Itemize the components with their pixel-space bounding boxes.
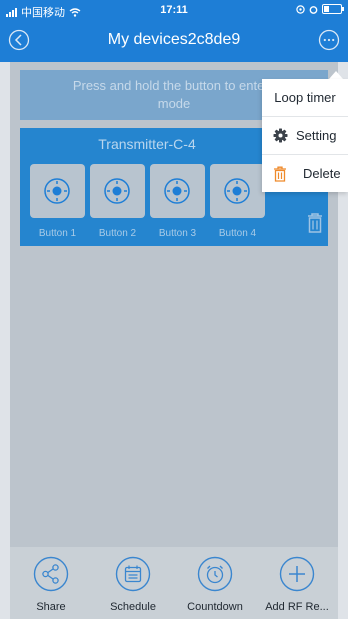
menu-pointer <box>329 71 343 79</box>
device-button-2[interactable] <box>90 164 145 218</box>
menu-item-loop-timer[interactable]: Loop timer <box>262 79 348 116</box>
device-button-1-label: Button 1 <box>38 228 77 239</box>
status-right <box>296 4 344 14</box>
calendar-icon <box>115 556 151 592</box>
battery-level <box>324 6 329 12</box>
popup-menu: Loop timer Setting Delete <box>262 79 348 192</box>
plus-icon <box>279 556 315 592</box>
location-icon <box>296 4 305 14</box>
menu-item-setting[interactable]: Setting <box>262 116 348 154</box>
more-circle-icon[interactable] <box>318 29 340 51</box>
menu-item-setting-label: Setting <box>296 128 337 143</box>
countdown-button[interactable]: Countdown <box>174 547 256 619</box>
status-bar: 中国移动 17:11 <box>0 0 348 20</box>
battery-icon <box>322 4 344 14</box>
nav-bar: My devices2c8de9 <box>0 20 348 62</box>
device-button-1[interactable] <box>30 164 85 218</box>
menu-item-delete-label: Delete <box>303 166 341 181</box>
target-icon <box>104 178 130 204</box>
share-label: Share <box>36 601 66 613</box>
menu-item-loop-timer-label: Loop timer <box>274 90 336 105</box>
share-icon <box>33 556 69 592</box>
trash-icon <box>274 166 286 182</box>
device-button-3-label: Button 3 <box>158 228 197 239</box>
device-button-2-label: Button 2 <box>98 228 137 239</box>
alarm-status-icon <box>309 5 318 14</box>
bottom-toolbar: Share Schedule Countdown Add RF Re... <box>10 547 338 619</box>
add-rf-label: Add RF Re... <box>265 601 329 613</box>
device-button-3[interactable] <box>150 164 205 218</box>
schedule-label: Schedule <box>110 601 156 613</box>
share-button[interactable]: Share <box>10 547 92 619</box>
trash-icon[interactable] <box>306 212 324 234</box>
target-icon <box>164 178 190 204</box>
device-name: Transmitter-C-4 <box>98 136 196 152</box>
gear-icon <box>273 128 288 143</box>
schedule-button[interactable]: Schedule <box>92 547 174 619</box>
device-button-4[interactable] <box>210 164 265 218</box>
device-button-4-label: Button 4 <box>218 228 257 239</box>
target-icon <box>44 178 70 204</box>
add-rf-button[interactable]: Add RF Re... <box>256 547 338 619</box>
menu-item-delete[interactable]: Delete <box>262 154 348 192</box>
countdown-label: Countdown <box>187 601 243 613</box>
target-icon <box>224 178 250 204</box>
alarm-clock-icon <box>197 556 233 592</box>
page-title: My devices2c8de9 <box>107 31 241 48</box>
app-screen: 中国移动 17:11 My devices2c8de9 Press and ho… <box>0 0 348 619</box>
